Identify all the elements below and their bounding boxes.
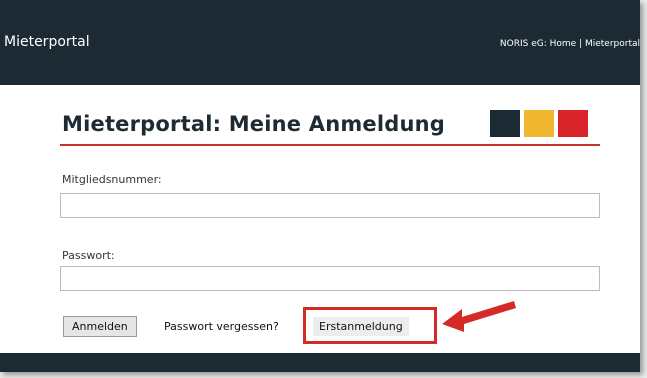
highlight-box [303, 307, 437, 344]
login-panel: Mieterportal: Meine Anmeldung Mitgliedsn… [10, 85, 640, 353]
login-button[interactable]: Anmelden [63, 316, 137, 337]
password-label: Passwort: [62, 249, 115, 262]
member-number-label: Mitgliedsnummer: [62, 173, 162, 186]
footer-bar [0, 353, 640, 372]
browser-page: Mieterportal NORIS eG: Home | Mieterport… [0, 0, 640, 372]
color-swatch-navy [490, 110, 520, 137]
forgot-password-link[interactable]: Passwort vergessen? [164, 320, 279, 333]
password-input[interactable] [60, 266, 600, 291]
portal-brand[interactable]: Mieterportal [4, 34, 90, 50]
member-number-input[interactable] [60, 193, 600, 218]
color-swatch-red [558, 110, 588, 137]
page-title: Mieterportal: Meine Anmeldung [62, 112, 446, 136]
top-nav-links[interactable]: NORIS eG: Home | Mieterportal [500, 39, 640, 49]
title-divider [60, 144, 600, 146]
pointer-arrow-icon [442, 301, 516, 332]
top-navigation-bar: Mieterportal NORIS eG: Home | Mieterport… [0, 0, 640, 85]
color-swatch-yellow [524, 110, 554, 137]
